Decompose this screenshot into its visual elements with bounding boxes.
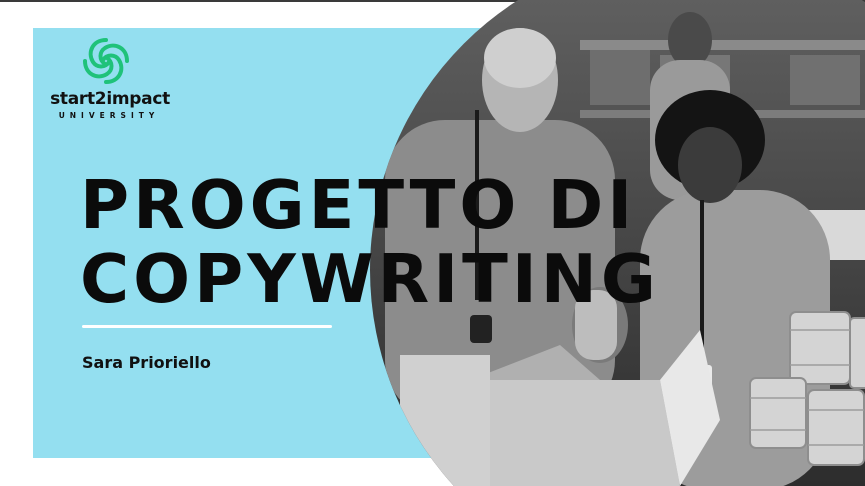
brand-name: start2impact bbox=[50, 89, 170, 109]
brand-subtitle: UNIVERSITY bbox=[58, 111, 160, 120]
title-divider bbox=[82, 325, 332, 328]
brand-logo[interactable]: start2impact UNIVERSITY bbox=[40, 34, 180, 124]
presentation-slide: start2impact UNIVERSITY PROGETTO DI COPY… bbox=[0, 0, 865, 486]
leaf-swirl-logo-icon bbox=[83, 38, 129, 84]
slide-title: PROGETTO DI COPYWRITING bbox=[80, 166, 660, 318]
author-name: Sara Prioriello bbox=[82, 353, 211, 372]
